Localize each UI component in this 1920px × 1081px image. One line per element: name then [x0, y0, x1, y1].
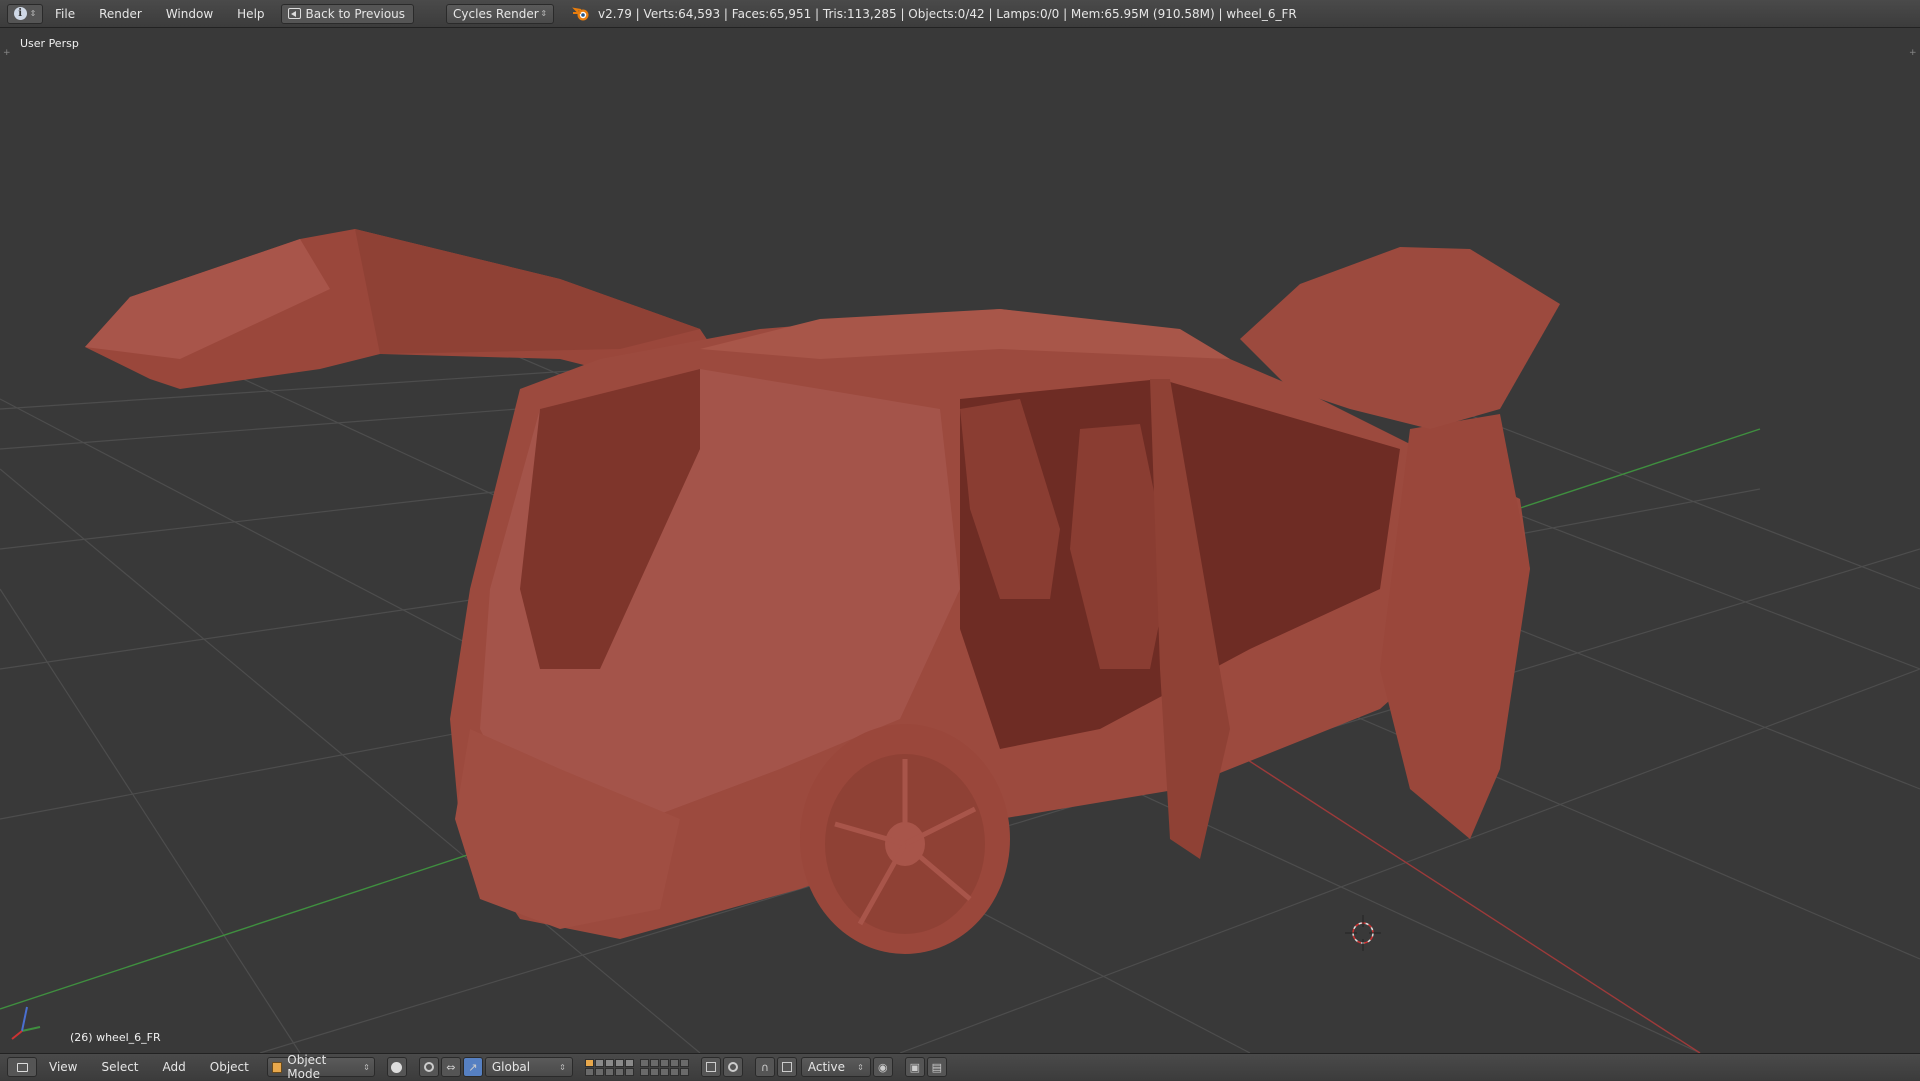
3d-view-header: View Select Add Object Object Mode ⇕ ⇔ ↗…: [0, 1053, 1920, 1081]
opengl-render-image-button[interactable]: ▣: [904, 1057, 925, 1077]
pivot-point-button[interactable]: [418, 1057, 439, 1077]
menu-render[interactable]: Render: [87, 0, 154, 28]
snap-element-icon: [781, 1062, 792, 1072]
opengl-render-animation-button[interactable]: ▤: [926, 1057, 947, 1077]
chevron-updown-icon: ⇕: [559, 1062, 566, 1072]
active-object-label: (26) wheel_6_FR: [70, 1031, 161, 1044]
chevron-updown-icon: ⇕: [857, 1062, 864, 1072]
menu-file[interactable]: File: [43, 0, 87, 28]
menu-select[interactable]: Select: [89, 1060, 150, 1074]
render-engine-select[interactable]: Cycles Render ⇕: [446, 3, 555, 24]
layer-button[interactable]: [669, 1058, 679, 1067]
layer-button[interactable]: [649, 1067, 659, 1076]
chevron-updown-icon: ⇕: [29, 8, 37, 18]
blender-logo-icon: [572, 7, 589, 20]
axis-gizmo-icon: [11, 1006, 41, 1040]
menu-view[interactable]: View: [37, 1060, 89, 1074]
layer-button[interactable]: [639, 1058, 649, 1067]
layer-button[interactable]: [594, 1067, 604, 1076]
snap-toggle-button[interactable]: ∩: [754, 1057, 775, 1077]
3d-viewport[interactable]: + + User Persp (26) wheel_6_FR: [0, 29, 1920, 1053]
info-header: i ⇕ File Render Window Help Back to Prev…: [0, 0, 1920, 28]
back-to-previous-label: Back to Previous: [305, 6, 406, 21]
menu-help[interactable]: Help: [225, 0, 276, 28]
back-to-previous-button[interactable]: Back to Previous: [280, 3, 415, 24]
region-toggle-left-icon[interactable]: +: [3, 49, 11, 58]
layer-button[interactable]: [584, 1067, 594, 1076]
snap-target-value: Active: [807, 1060, 845, 1074]
3d-view-icon: [16, 1062, 28, 1072]
layer-button[interactable]: [614, 1058, 624, 1067]
layer-button[interactable]: [584, 1058, 594, 1067]
transform-orientation-select[interactable]: Global ⇕: [484, 1057, 573, 1077]
chevron-updown-icon: ⇕: [540, 9, 548, 18]
layer-button[interactable]: [614, 1067, 624, 1076]
region-toggle-right-icon[interactable]: +: [1909, 49, 1917, 58]
solid-shading-icon: [391, 1061, 403, 1073]
interaction-mode-select[interactable]: Object Mode ⇕: [266, 1053, 375, 1081]
editor-type-selector-3d[interactable]: [7, 1057, 37, 1077]
scene-layers[interactable]: [584, 1058, 634, 1076]
camera-icon: ▣: [909, 1060, 921, 1074]
screen-back-icon: [287, 8, 301, 19]
view-name-label: User Persp: [20, 37, 79, 50]
layer-button[interactable]: [659, 1067, 669, 1076]
clapperboard-icon: ▤: [931, 1060, 943, 1074]
proportional-edit-button[interactable]: [722, 1057, 743, 1077]
scene-layers-2[interactable]: [639, 1058, 689, 1076]
opengl-render-button[interactable]: ◉: [872, 1057, 893, 1077]
layer-button[interactable]: [639, 1067, 649, 1076]
manipulator-icon: ⇔: [446, 1060, 456, 1074]
viewport-scene: [0, 229, 1920, 1053]
render-engine-value: Cycles Render: [453, 6, 539, 21]
manipulator-toggle-button[interactable]: ⇔: [440, 1057, 461, 1077]
menu-add[interactable]: Add: [151, 1060, 198, 1074]
menu-window[interactable]: Window: [154, 0, 225, 28]
info-icon: i: [13, 7, 27, 20]
menu-object[interactable]: Object: [198, 1060, 261, 1074]
chevron-updown-icon: ⇕: [363, 1062, 370, 1072]
car-model[interactable]: [85, 229, 1560, 954]
interaction-mode-value: Object Mode: [287, 1053, 327, 1081]
layer-button[interactable]: [594, 1058, 604, 1067]
lock-layers-button[interactable]: [700, 1057, 721, 1077]
layer-button[interactable]: [624, 1067, 634, 1076]
translate-manipulator-button[interactable]: ↗: [462, 1057, 483, 1077]
editor-type-selector[interactable]: i ⇕: [7, 3, 43, 24]
snap-element-button[interactable]: [776, 1057, 797, 1077]
object-mode-icon: [271, 1061, 283, 1073]
scene-stats: v2.79 | Verts:64,593 | Faces:65,951 | Tr…: [598, 6, 1297, 21]
pivot-icon: [423, 1062, 434, 1072]
layer-button[interactable]: [604, 1067, 614, 1076]
proportional-edit-icon: [727, 1062, 738, 1072]
layer-lock-icon: [705, 1062, 716, 1072]
layer-button[interactable]: [659, 1058, 669, 1067]
layer-button[interactable]: [679, 1067, 689, 1076]
layer-button[interactable]: [649, 1058, 659, 1067]
render-still-icon: ◉: [878, 1060, 888, 1074]
layer-button[interactable]: [679, 1058, 689, 1067]
layer-button[interactable]: [669, 1067, 679, 1076]
layer-button[interactable]: [624, 1058, 634, 1067]
3d-cursor-icon[interactable]: [1345, 915, 1381, 951]
transform-orientation-value: Global: [491, 1060, 531, 1074]
translate-icon: ↗: [468, 1060, 478, 1074]
magnet-icon: ∩: [760, 1060, 769, 1074]
viewport-shading-button[interactable]: [386, 1057, 407, 1077]
snap-target-select[interactable]: Active ⇕: [800, 1057, 871, 1077]
layer-button[interactable]: [604, 1058, 614, 1067]
